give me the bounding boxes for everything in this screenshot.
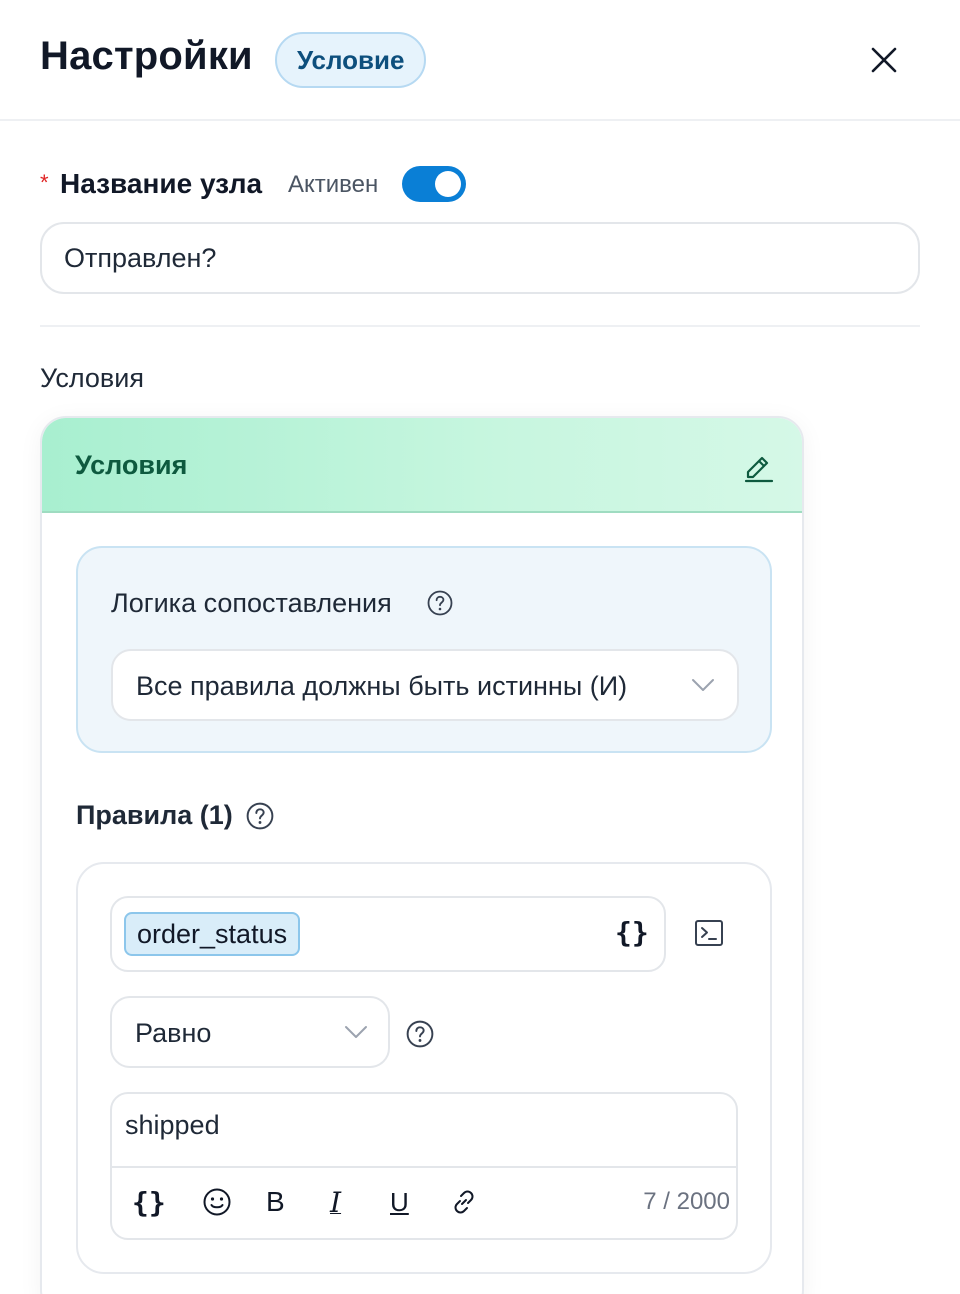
toggle-knob (435, 171, 461, 197)
chevron-down-icon (692, 679, 714, 691)
conditions-card-header: Условия (42, 418, 802, 513)
rule-value-text[interactable]: shipped (125, 1110, 220, 1141)
pencil-icon (744, 456, 774, 483)
rule-operator-select[interactable]: Равно (110, 996, 390, 1068)
terminal-icon (695, 920, 723, 946)
rules-label: Правила (1) (76, 800, 233, 830)
active-toggle[interactable] (402, 166, 466, 202)
rule-item: order_status {} Равно shipped {} B I U 7… (76, 862, 772, 1274)
smiley-icon (203, 1188, 231, 1216)
matching-logic-label: Логика сопоставления (111, 588, 392, 618)
rule-operator-value: Равно (135, 1018, 212, 1048)
help-icon[interactable] (246, 802, 274, 835)
panel-title: Настройки (40, 34, 253, 78)
conditions-card-title: Условия (75, 450, 188, 480)
matching-logic-value: Все правила должны быть истинны (И) (136, 671, 628, 701)
help-icon[interactable] (406, 1020, 434, 1053)
conditions-card: Условия Логика сопоставления Все правила… (40, 416, 804, 1294)
matching-logic-box: Логика сопоставления Все правила должны … (76, 546, 772, 753)
bold-button[interactable]: B (266, 1184, 285, 1220)
editor-toolbar: {} B I U 7 / 2000 (112, 1168, 736, 1240)
insert-variable-button[interactable]: {} (132, 1184, 166, 1220)
active-label: Активен (288, 171, 379, 198)
node-name-label: Название узла (60, 168, 263, 199)
chevron-down-icon (345, 1026, 367, 1038)
help-icon[interactable] (427, 590, 453, 621)
emoji-button[interactable] (202, 1184, 232, 1220)
rule-variable-field[interactable]: order_status {} (110, 896, 666, 972)
italic-button[interactable]: I (330, 1184, 341, 1220)
link-button[interactable] (450, 1184, 478, 1220)
rule-value-editor[interactable]: shipped {} B I U 7 / 2000 (110, 1092, 738, 1240)
edit-conditions-button[interactable] (742, 450, 776, 484)
insert-variable-button[interactable]: {} (615, 916, 649, 949)
node-type-badge: Условие (275, 32, 427, 88)
required-mark: * (40, 170, 49, 195)
panel-header: Настройки Условие (0, 0, 960, 121)
link-icon (454, 1190, 474, 1214)
expression-mode-button[interactable] (694, 918, 724, 948)
character-count: 7 / 2000 (643, 1188, 730, 1215)
variable-chip[interactable]: order_status (124, 912, 301, 956)
close-icon (871, 47, 897, 73)
matching-logic-select[interactable]: Все правила должны быть истинны (И) (111, 649, 739, 721)
node-name-input[interactable] (40, 222, 920, 294)
underline-button[interactable]: U (390, 1184, 409, 1220)
section-divider (40, 325, 920, 327)
close-button[interactable] (862, 38, 906, 82)
conditions-section-label: Условия (40, 363, 144, 393)
